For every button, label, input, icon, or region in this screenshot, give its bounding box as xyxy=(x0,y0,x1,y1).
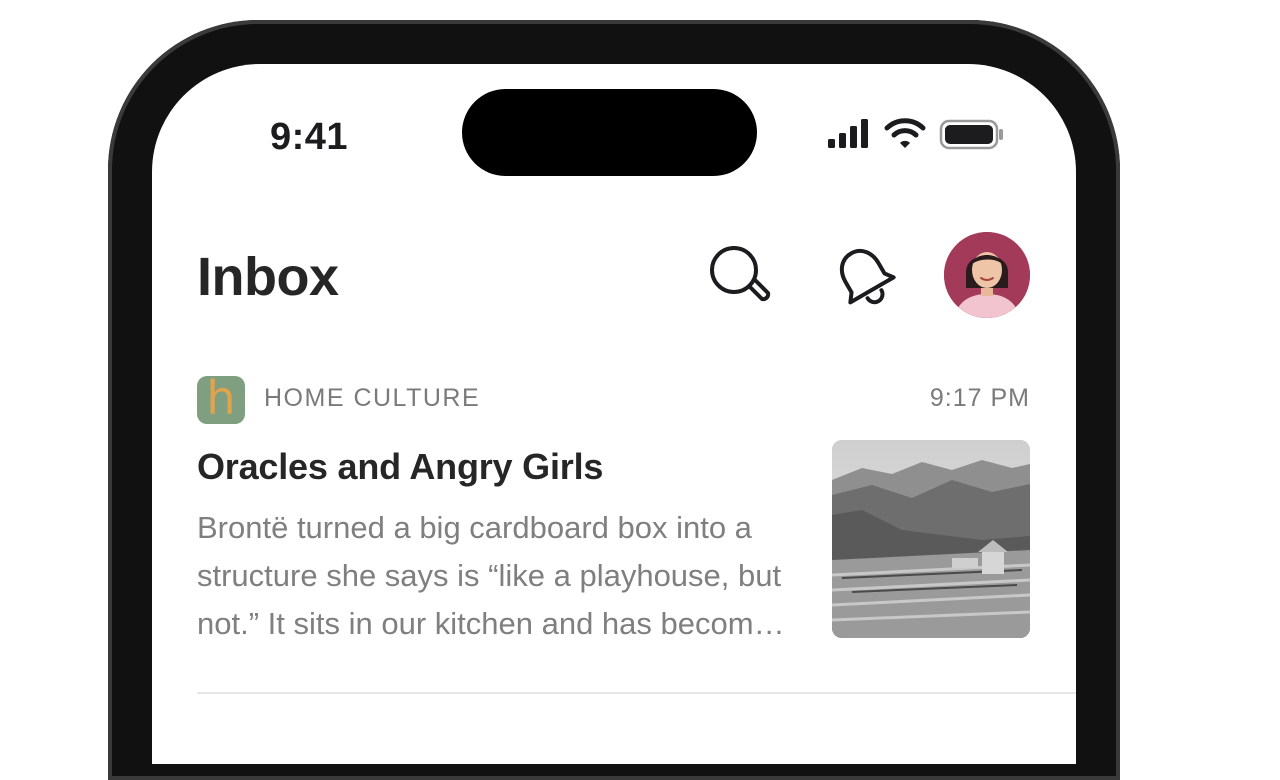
publication-name: HOME CULTURE xyxy=(264,384,481,412)
item-thumbnail xyxy=(832,440,1030,638)
notifications-button[interactable] xyxy=(828,240,900,312)
dynamic-island xyxy=(462,89,757,176)
battery-icon xyxy=(939,119,1003,150)
page-title: Inbox xyxy=(197,247,339,307)
publication-logo-letter: h xyxy=(206,376,236,424)
profile-avatar[interactable] xyxy=(944,232,1030,318)
phone-screen: 9:41 Inbox h HOME CULTURE 9:17 PM Oracle… xyxy=(152,64,1076,764)
item-title: Oracles and Angry Girls xyxy=(197,446,604,487)
search-button[interactable] xyxy=(704,240,776,312)
item-timestamp: 9:17 PM xyxy=(929,384,1030,412)
wifi-icon xyxy=(884,118,926,148)
item-excerpt: Brontë turned a big cardboard box into a… xyxy=(197,510,797,641)
inbox-item[interactable]: h HOME CULTURE 9:17 PM Oracles and Angry… xyxy=(152,364,1076,694)
search-icon xyxy=(710,246,771,302)
thumbnail-image xyxy=(832,440,1030,638)
avatar-image xyxy=(944,232,1030,318)
bell-icon xyxy=(839,248,896,305)
list-divider xyxy=(197,692,1076,694)
cellular-signal-icon xyxy=(828,119,868,148)
status-time: 9:41 xyxy=(270,116,349,158)
publication-logo: h xyxy=(197,376,245,424)
